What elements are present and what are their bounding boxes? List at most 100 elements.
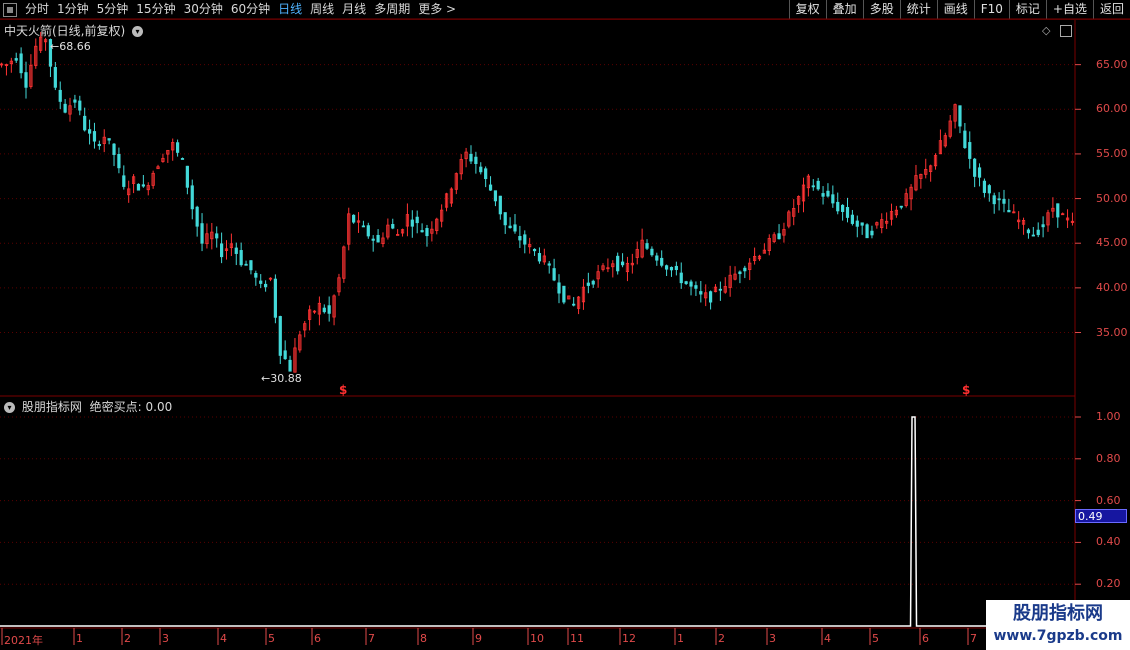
candle-body [591, 280, 595, 285]
candle-body [1031, 234, 1035, 237]
period-tab[interactable]: 周线 [306, 0, 338, 19]
candle-body [581, 286, 586, 303]
candle-body [479, 166, 483, 173]
candle-body [547, 263, 551, 266]
panel-toggle-icon[interactable] [3, 2, 17, 17]
candle-body [381, 237, 385, 245]
candle-body [332, 295, 336, 318]
toolbar-button[interactable]: +自选 [1045, 0, 1093, 19]
candle-body [83, 115, 87, 131]
period-tab[interactable]: 多周期 [370, 0, 414, 19]
candle-body [958, 105, 962, 127]
watermark-url: www.7gpzb.com [993, 628, 1123, 644]
time-axis-label: 2 [124, 632, 131, 645]
candle-body [850, 214, 854, 224]
toolbar-button[interactable]: 返回 [1092, 0, 1130, 19]
candle-body [562, 285, 566, 303]
candle-body [444, 193, 449, 208]
candle-body [195, 206, 199, 227]
candle-body [146, 185, 150, 191]
period-tab[interactable]: 30分钟 [180, 0, 227, 19]
candle-body [185, 165, 189, 188]
time-axis-label: 10 [530, 632, 544, 645]
chevron-down-icon[interactable]: ▾ [4, 402, 15, 413]
low-price-arrow: ← [261, 372, 271, 385]
candle-body [156, 166, 160, 170]
candle-body [308, 309, 312, 320]
candle-body [601, 265, 605, 270]
time-axis-label: 1 [677, 632, 684, 645]
signal-marker: $ [962, 383, 971, 397]
candle-body [1041, 224, 1045, 228]
period-tab[interactable]: 5分钟 [93, 0, 133, 19]
candle-body [278, 316, 282, 356]
candle-body [293, 347, 297, 373]
time-axis-label: 5 [268, 632, 275, 645]
candle-body [567, 295, 571, 300]
candle-body [454, 173, 458, 190]
candle-body [366, 225, 370, 237]
period-tab[interactable]: 更多 > [414, 0, 460, 19]
candle-body [792, 208, 796, 217]
candle-body [620, 261, 625, 266]
candle-body [997, 198, 1001, 201]
candle-body [303, 323, 307, 331]
candle-body [845, 207, 850, 218]
candle-body [821, 193, 825, 197]
candle-body [645, 243, 649, 249]
candle-body [112, 143, 116, 155]
time-axis-label: 9 [475, 632, 482, 645]
toolbar-button[interactable]: 画线 [936, 0, 974, 19]
price-axis-label: 45.00 [1096, 236, 1128, 250]
candle-body [488, 184, 493, 191]
toolbar-button[interactable]: 叠加 [825, 0, 863, 19]
period-toolbar: 分时 1分钟 5分钟 15分钟 30分钟 60分钟 日线 周线 月线 多周期 更多 > 复权 叠加 多股… [0, 0, 1130, 20]
candle-body [963, 130, 967, 148]
toolbar-button[interactable]: 标记 [1008, 0, 1046, 19]
watermark: 股朋指标网 www.7gpzb.com [986, 600, 1130, 650]
candle-body [855, 220, 859, 227]
price-axis-label: 40.00 [1096, 280, 1128, 294]
candle-body [43, 39, 48, 43]
candle-body [801, 184, 806, 202]
candle-body [1026, 229, 1031, 234]
candle-body [78, 100, 82, 111]
time-axis-label: 4 [220, 632, 227, 645]
candle-body [259, 280, 263, 284]
period-tab[interactable]: 1分钟 [53, 0, 93, 19]
candle-body [713, 286, 718, 293]
period-tab[interactable]: 月线 [338, 0, 370, 19]
candle-body [704, 292, 708, 299]
toolbar-button[interactable]: 多股 [862, 0, 900, 19]
toolbar-button[interactable]: F10 [973, 0, 1009, 19]
candle-body [664, 265, 669, 270]
time-axis-label: 6 [922, 632, 929, 645]
chevron-down-icon[interactable]: ▾ [132, 26, 144, 37]
period-tab[interactable]: 分时 [21, 0, 53, 19]
price-axis-label: 60.00 [1096, 102, 1128, 116]
candle-body [586, 282, 590, 286]
layout-icon[interactable] [1060, 25, 1072, 37]
time-axis-label: 2021年 [4, 634, 43, 647]
time-axis-label: 3 [769, 632, 776, 645]
toolbar-button[interactable]: 统计 [899, 0, 937, 19]
candle-body [1017, 219, 1021, 223]
candle-body [542, 255, 546, 263]
candle-body [860, 222, 864, 226]
candle-body [249, 260, 253, 271]
time-axis-label: 11 [570, 632, 584, 645]
candle-body [1070, 220, 1075, 223]
toolbar-button[interactable]: 复权 [788, 0, 826, 19]
indicator-source: 股朋指标网 [21, 400, 82, 414]
candle-body [469, 153, 473, 162]
price-axis-label: 55.00 [1096, 146, 1128, 160]
candle-body [694, 285, 698, 289]
period-tab[interactable]: 日线 [274, 0, 306, 19]
time-axis-label: 7 [368, 632, 375, 645]
candle-body [73, 99, 77, 103]
candle-body [938, 140, 943, 155]
diamond-icon[interactable]: ◇ [1042, 24, 1050, 37]
period-tab[interactable]: 15分钟 [132, 0, 179, 19]
main-panel-title: 中天火箭(日线,前复权) ▾ [4, 22, 146, 39]
period-tab[interactable]: 60分钟 [227, 0, 274, 19]
